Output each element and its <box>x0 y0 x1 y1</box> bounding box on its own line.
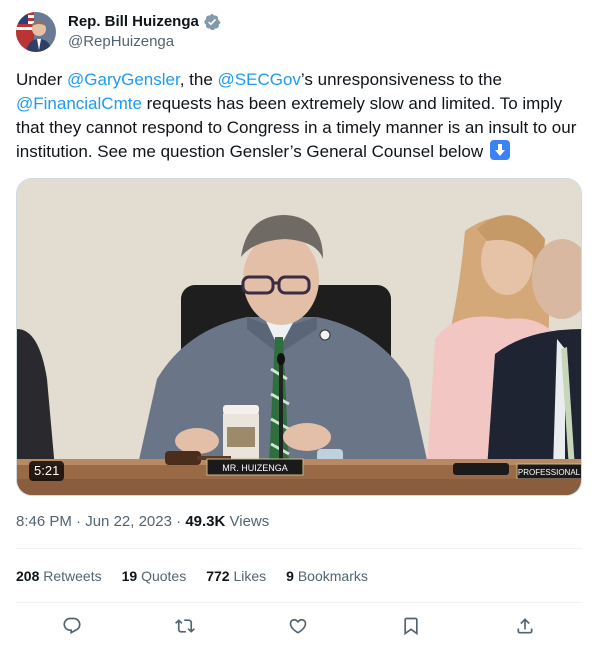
views-count: 49.3K <box>185 513 226 530</box>
reply-icon[interactable] <box>57 611 87 641</box>
retweets-count: 208 <box>16 568 40 584</box>
author-name-row: Rep. Bill Huizenga <box>68 12 221 32</box>
mention-link-gary-gensler[interactable]: @GaryGensler <box>67 70 180 89</box>
tweet-stats: 208 Retweets 19 Quotes 772 Likes 9 Bookm… <box>16 566 368 586</box>
tweet-actions <box>16 611 582 641</box>
tweet: Rep. Bill Huizenga @RepHuizenga Under @G… <box>0 0 598 650</box>
divider <box>16 602 582 603</box>
tweet-video[interactable]: MR. HUIZENGA PROFESSIONAL 5:21 <box>16 178 582 496</box>
divider <box>16 548 582 549</box>
video-nameplate-text: MR. HUIZENGA <box>222 463 288 473</box>
retweets-label: Retweets <box>39 568 102 584</box>
video-nameplate-right-text: PROFESSIONAL <box>518 468 581 477</box>
mention-link-sec-gov[interactable]: @SECGov <box>218 70 301 89</box>
tweet-text-segment: ’s unresponsiveness to the <box>300 70 502 89</box>
tweet-text-segment: , the <box>179 70 218 89</box>
tweet-text: Under @GaryGensler, the @SECGov’s unresp… <box>16 68 582 164</box>
quotes-label: Quotes <box>137 568 187 584</box>
likes-stat[interactable]: 772 Likes <box>206 566 266 586</box>
author-handle[interactable]: @RepHuizenga <box>68 32 174 52</box>
down-arrow-emoji-icon <box>489 140 510 160</box>
meta-separator: · <box>171 513 186 530</box>
views-label: Views <box>225 513 270 530</box>
retweets-stat[interactable]: 208 Retweets <box>16 566 102 586</box>
bookmarks-label: Bookmarks <box>293 568 368 584</box>
author-display-name[interactable]: Rep. Bill Huizenga <box>68 12 199 32</box>
share-icon[interactable] <box>510 611 540 641</box>
author-avatar[interactable] <box>16 12 56 52</box>
bookmarks-stat[interactable]: 9 Bookmarks <box>286 566 368 586</box>
likes-label: Likes <box>229 568 267 584</box>
quotes-count: 19 <box>121 568 138 584</box>
tweet-meta: 8:46 PM · Jun 22, 2023 · 49.3K Views <box>16 512 269 532</box>
likes-count: 772 <box>206 568 230 584</box>
tweet-timestamp-time[interactable]: 8:46 PM <box>16 513 72 530</box>
tweet-timestamp-date[interactable]: Jun 22, 2023 <box>85 513 172 530</box>
bookmark-icon[interactable] <box>396 611 426 641</box>
verified-badge-icon[interactable] <box>203 13 221 31</box>
video-duration-badge: 5:21 <box>29 461 65 481</box>
bookmarks-count: 9 <box>286 568 294 584</box>
like-icon[interactable] <box>283 611 313 641</box>
retweet-icon[interactable] <box>170 611 200 641</box>
mention-link-financial-cmte[interactable]: @FinancialCmte <box>16 94 142 113</box>
meta-separator: · <box>71 513 86 530</box>
video-still-illustration: MR. HUIZENGA PROFESSIONAL <box>17 179 581 495</box>
tweet-text-segment: Under <box>16 70 68 89</box>
quotes-stat[interactable]: 19 Quotes <box>122 566 187 586</box>
